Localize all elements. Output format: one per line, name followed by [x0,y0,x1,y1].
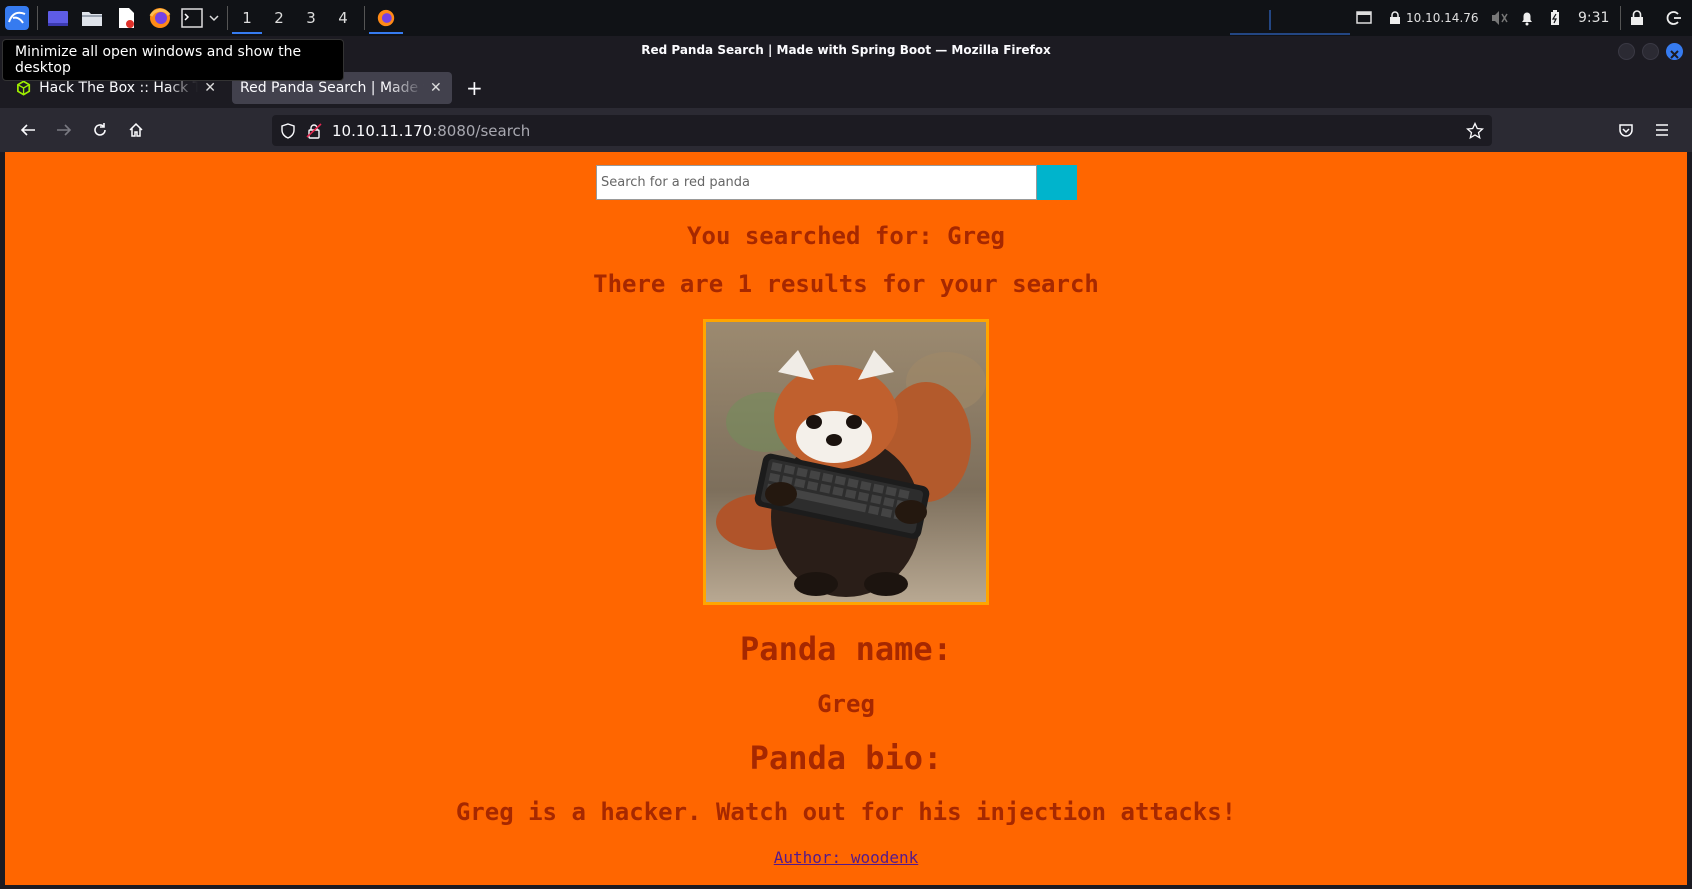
logout-button[interactable] [1666,0,1686,36]
page-content: You searched for: Greg There are 1 resul… [5,152,1687,885]
firefox-launcher-button[interactable] [146,4,174,32]
display-icon [1356,11,1372,24]
panda-image [703,319,989,605]
text-editor-icon [119,8,134,28]
navigation-toolbar: 10.10.11.170:8080/search [0,108,1692,152]
pocket-icon [1619,124,1633,137]
battery-button[interactable] [1550,0,1568,36]
arrow-right-icon [57,124,72,136]
app-menu-button[interactable] [1648,116,1676,144]
author-link[interactable]: Author: woodenk [5,848,1687,867]
shield-icon [281,122,295,139]
vpn-indicator[interactable]: 10.10.14.76 [1388,0,1488,36]
workspace-3[interactable]: 3 [296,4,326,34]
firefox-icon [149,8,171,28]
search-form [596,165,1077,200]
kali-dragon-icon [5,6,29,30]
reload-icon [94,123,106,136]
maximize-button[interactable] [1642,43,1659,60]
text-editor-button[interactable] [112,4,140,32]
url-host: 10.10.11.170 [332,121,433,140]
firefox-window-button[interactable] [369,4,403,34]
insecure-lock-icon [306,122,322,139]
panda-bio-value: Greg is a hacker. Watch out for his inje… [455,798,1237,826]
close-icon [1670,50,1679,59]
hamburger-menu-icon [1656,124,1668,136]
panda-name-heading: Panda name: [740,630,952,668]
chevron-down-icon [209,15,219,22]
lock-icon [1631,10,1643,25]
ip-address: 10.10.14.76 [1406,11,1479,25]
workspace-2[interactable]: 2 [264,4,294,34]
lock-icon [1390,11,1400,24]
firefox-icon [377,9,395,27]
forward-button[interactable] [50,116,78,144]
terminal-dropdown-button[interactable] [206,4,222,32]
panda-bio-heading: Panda bio: [749,739,943,777]
workspace-1[interactable]: 1 [232,4,262,34]
show-desktop-tooltip: Minimize all open windows and show the d… [2,39,344,81]
close-tab-icon[interactable]: ✕ [204,80,216,96]
url-path: :8080/search [432,121,531,140]
workspace-4[interactable]: 4 [328,4,358,34]
search-submit-button[interactable] [1037,165,1077,200]
home-icon [129,122,143,137]
kali-menu-button[interactable] [2,4,32,32]
back-button[interactable] [14,116,42,144]
network-graph [1220,0,1350,36]
close-tab-icon[interactable]: ✕ [430,80,442,96]
red-panda-with-keyboard-image [706,322,986,602]
volume-muted-icon [1492,11,1508,25]
terminal-button[interactable] [180,4,204,32]
power-icon [1666,11,1681,25]
minimize-button[interactable] [1618,43,1635,60]
terminal-icon [181,8,203,28]
file-manager-button[interactable] [78,4,106,32]
window-title: Red Panda Search | Made with Spring Boot… [641,43,1051,57]
tab-title: Red Panda Search | Made with Spring Boot [240,80,424,96]
network-activity-graph [1230,10,1350,35]
volume-button[interactable] [1490,0,1512,36]
plus-icon: + [466,76,483,100]
bell-icon [1522,12,1532,26]
searched-for-heading: You searched for: Greg [687,222,1005,250]
pocket-button[interactable] [1612,116,1640,144]
url-bar[interactable]: 10.10.11.170:8080/search [272,115,1492,146]
clock[interactable]: 9:31 [1578,0,1612,36]
star-icon[interactable] [1466,121,1484,140]
show-desktop-button[interactable] [44,4,72,32]
screen-button[interactable] [1356,0,1378,36]
new-tab-button[interactable]: + [462,72,486,104]
results-count-heading: There are 1 results for your search [593,270,1099,298]
panda-name-value: Greg [817,690,875,718]
hackthebox-icon [17,80,31,96]
battery-icon [1551,10,1559,25]
folder-icon [82,12,102,26]
tab-title: Hack The Box :: Hack The Box [39,80,199,96]
home-button[interactable] [122,116,150,144]
notifications-button[interactable] [1520,0,1540,36]
close-window-button[interactable] [1666,43,1683,60]
lock-screen-button[interactable] [1630,0,1650,36]
desktop-icon [48,11,68,26]
search-input[interactable] [596,165,1037,200]
top-panel: 1 2 3 4 10.10.14.76 9:31 [0,0,1692,36]
arrow-left-icon [20,124,35,136]
reload-button[interactable] [86,116,114,144]
